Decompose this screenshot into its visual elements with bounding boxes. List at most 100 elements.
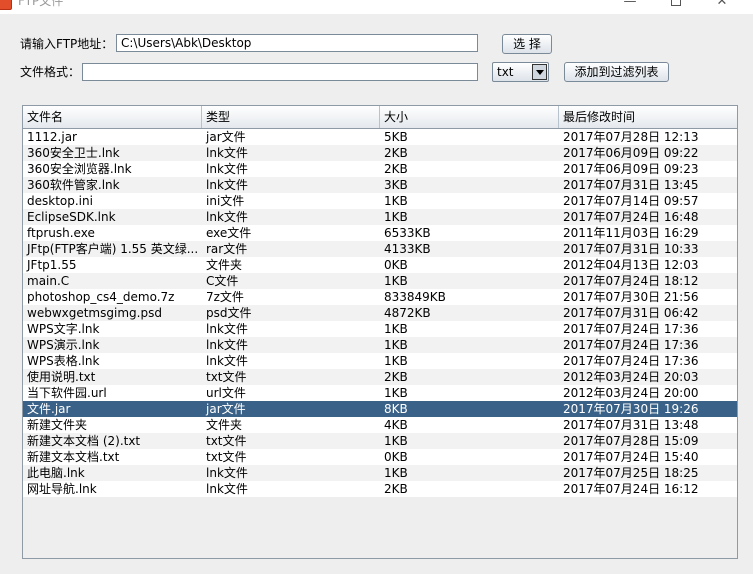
cell-name: 此电脑.lnk	[27, 466, 85, 480]
table-row[interactable]: 当下软件园.url url文件 1KB 2012年03月24日 20:00	[23, 385, 737, 401]
ftp-address-label: 请输入FTP地址：	[20, 37, 114, 51]
cell-type: lnk文件	[206, 178, 248, 192]
cell-type: txt文件	[206, 434, 247, 448]
table-row[interactable]: JFtp(FTP客户端) 1.55 英文绿... rar文件 4133KB 2017年…	[23, 241, 737, 257]
table-row[interactable]: 新建文件夹 文件夹 4KB 2017年07月31日 13:48	[23, 417, 737, 433]
cell-size: 1KB	[384, 466, 408, 480]
cell-modified: 2017年07月30日 21:56	[563, 290, 699, 304]
cell-size: 4KB	[384, 418, 408, 432]
cell-modified: 2017年07月25日 18:25	[563, 466, 699, 480]
cell-name: 新建文本文档 (2).txt	[27, 434, 141, 448]
cell-name: main.C	[27, 274, 70, 288]
cell-name: webwxgetmsgimg.psd	[27, 306, 162, 320]
cell-type: C文件	[206, 274, 239, 288]
cell-type: lnk文件	[206, 322, 248, 336]
table-row[interactable]: EclipseSDK.lnk lnk文件 1KB 2017年07月24日 16:48	[23, 209, 737, 225]
cell-modified: 2012年04月13日 12:03	[563, 258, 699, 272]
cell-type: exe文件	[206, 226, 252, 240]
cell-name: JFtp(FTP客户端) 1.55 英文绿...	[27, 242, 199, 256]
cell-size: 1KB	[384, 354, 408, 368]
table-row[interactable]: 360安全浏览器.lnk lnk文件 2KB 2017年06月09日 09:23	[23, 161, 737, 177]
select-button[interactable]: 选 择	[502, 34, 552, 54]
table-row[interactable]: 使用说明.txt txt文件 2KB 2012年03月24日 20:03	[23, 369, 737, 385]
maximize-button[interactable]	[653, 0, 699, 13]
cell-type: txt文件	[206, 370, 247, 384]
cell-type: lnk文件	[206, 354, 248, 368]
table-row[interactable]: 新建文本文档.txt txt文件 0KB 2017年07月24日 15:40	[23, 449, 737, 465]
cell-size: 4872KB	[384, 306, 431, 320]
cell-name: 360软件管家.lnk	[27, 178, 120, 192]
table-row[interactable]: photoshop_cs4_demo.7z 7z文件 833849KB 2017年07…	[23, 289, 737, 305]
column-header-name[interactable]: 文件名	[23, 106, 202, 128]
cell-type: lnk文件	[206, 210, 248, 224]
cell-name: WPS演示.lnk	[27, 338, 100, 352]
ftp-address-input[interactable]: C:\Users\Abk\Desktop	[116, 34, 478, 52]
cell-name: JFtp1.55	[27, 258, 77, 272]
add-to-filter-button[interactable]: 添加到过滤列表	[564, 62, 669, 82]
table-row[interactable]: desktop.ini ini文件 1KB 2017年07月14日 09:57	[23, 193, 737, 209]
cell-size: 1KB	[384, 210, 408, 224]
minimize-button[interactable]: —	[607, 0, 653, 13]
table-body: 1112.jar jar文件 5KB 2017年07月28日 12:13 360安全卫士…	[23, 129, 737, 497]
cell-modified: 2017年07月30日 19:26	[563, 402, 699, 416]
column-header-size[interactable]: 大小	[380, 106, 559, 128]
table-row[interactable]: WPS演示.lnk lnk文件 1KB 2017年07月24日 17:36	[23, 337, 737, 353]
table-row[interactable]: 此电脑.lnk lnk文件 1KB 2017年07月25日 18:25	[23, 465, 737, 481]
cell-type: lnk文件	[206, 466, 248, 480]
table-row[interactable]: JFtp1.55 文件夹 0KB 2012年04月13日 12:03	[23, 257, 737, 273]
table-row[interactable]: WPS表格.lnk lnk文件 1KB 2017年07月24日 17:36	[23, 353, 737, 369]
cell-name: 文件.jar	[27, 402, 71, 416]
cell-modified: 2017年07月31日 13:45	[563, 178, 699, 192]
cell-name: ftprush.exe	[27, 226, 95, 240]
cell-size: 2KB	[384, 370, 408, 384]
cell-size: 0KB	[384, 450, 408, 464]
table-row[interactable]: main.C C文件 1KB 2017年07月24日 18:12	[23, 273, 737, 289]
cell-name: WPS文字.lnk	[27, 322, 100, 336]
cell-modified: 2017年07月31日 10:33	[563, 242, 699, 256]
cell-modified: 2017年07月24日 16:12	[563, 482, 699, 496]
cell-modified: 2017年06月09日 09:23	[563, 162, 699, 176]
cell-size: 1KB	[384, 274, 408, 288]
cell-modified: 2017年07月24日 17:36	[563, 338, 699, 352]
cell-modified: 2017年07月31日 06:42	[563, 306, 699, 320]
filter-dropdown[interactable]: txt	[492, 62, 549, 82]
cell-name: desktop.ini	[27, 194, 93, 208]
column-header-type[interactable]: 类型	[202, 106, 380, 128]
cell-type: ini文件	[206, 194, 245, 208]
cell-modified: 2017年07月28日 12:13	[563, 130, 699, 144]
table-row[interactable]: ftprush.exe exe文件 6533KB 2011年11月03日 16:29	[23, 225, 737, 241]
cell-name: 使用说明.txt	[27, 370, 96, 384]
cell-size: 2KB	[384, 482, 408, 496]
column-header-modified[interactable]: 最后修改时间	[559, 106, 737, 128]
table-row[interactable]: 新建文本文档 (2).txt txt文件 1KB 2017年07月28日 15:09	[23, 433, 737, 449]
table-row[interactable]: 1112.jar jar文件 5KB 2017年07月28日 12:13	[23, 129, 737, 145]
cell-type: lnk文件	[206, 482, 248, 496]
file-table: 文件名 类型 大小 最后修改时间 1112.jar jar文件 5KB 2017年07…	[22, 105, 738, 559]
window-title: FTP文件	[18, 0, 64, 8]
file-format-input[interactable]	[82, 63, 478, 81]
cell-size: 1KB	[384, 434, 408, 448]
table-row[interactable]: 文件.jar jar文件 8KB 2017年07月30日 19:26	[23, 401, 737, 417]
table-row[interactable]: 360安全卫士.lnk lnk文件 2KB 2017年06月09日 09:22	[23, 145, 737, 161]
cell-type: lnk文件	[206, 146, 248, 160]
cell-type: url文件	[206, 386, 246, 400]
cell-size: 833849KB	[384, 290, 446, 304]
cell-name: photoshop_cs4_demo.7z	[27, 290, 175, 304]
table-row[interactable]: 360软件管家.lnk lnk文件 3KB 2017年07月31日 13:45	[23, 177, 737, 193]
filter-dropdown-value: txt	[497, 65, 514, 79]
table-row[interactable]: WPS文字.lnk lnk文件 1KB 2017年07月24日 17:36	[23, 321, 737, 337]
cell-modified: 2017年07月24日 18:12	[563, 274, 699, 288]
chevron-down-icon[interactable]	[532, 64, 547, 80]
table-row[interactable]: webwxgetmsgimg.psd psd文件 4872KB 2017年07月31日…	[23, 305, 737, 321]
cell-type: 文件夹	[206, 258, 243, 272]
cell-name: 1112.jar	[27, 130, 77, 144]
cell-type: jar文件	[206, 402, 246, 416]
cell-size: 2KB	[384, 162, 408, 176]
table-row[interactable]: 网址导航.lnk lnk文件 2KB 2017年07月24日 16:12	[23, 481, 737, 497]
cell-type: jar文件	[206, 130, 246, 144]
cell-name: 360安全卫士.lnk	[27, 146, 120, 160]
cell-size: 4133KB	[384, 242, 431, 256]
cell-size: 3KB	[384, 178, 408, 192]
close-button[interactable]: ✕	[699, 0, 745, 13]
file-format-label: 文件格式：	[20, 65, 81, 79]
